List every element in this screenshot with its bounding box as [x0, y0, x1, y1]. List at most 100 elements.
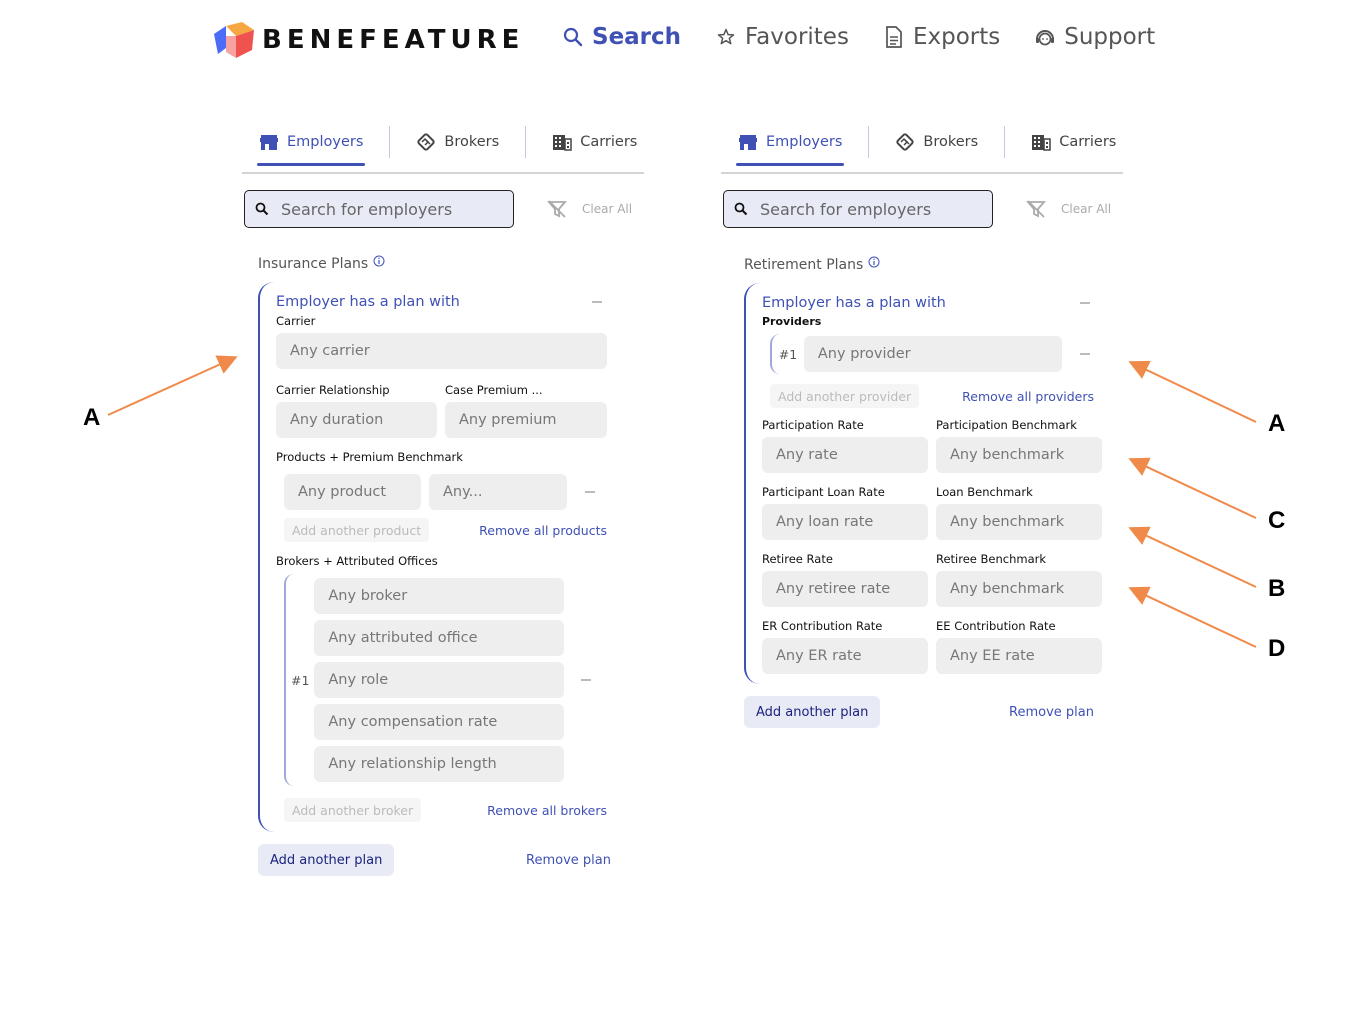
tab-brokers[interactable]: Brokers — [414, 119, 501, 165]
retiree-rate-group: Retiree Rate Any retiree rate — [762, 550, 928, 607]
tab-employers-label: Employers — [766, 134, 843, 150]
ee-contribution-select[interactable]: Any EE rate — [936, 638, 1102, 674]
retiree-row: Retiree Rate Any retiree rate Retiree Be… — [762, 550, 1114, 607]
building-icon — [1032, 135, 1051, 151]
relationship-length-select[interactable]: Any relationship length — [314, 746, 565, 782]
carrier-relationship-group: Carrier Relationship Any duration — [276, 381, 437, 438]
remove-provider-button[interactable] — [1070, 344, 1100, 364]
brand-name: BENEFEATURE — [262, 25, 525, 55]
retiree-benchmark-group: Retiree Benchmark Any benchmark — [936, 550, 1102, 607]
remove-all-brokers-link[interactable]: Remove all brokers — [487, 803, 607, 818]
clear-all-button[interactable]: Clear All — [1025, 198, 1111, 220]
handshake-icon — [417, 133, 436, 151]
remove-broker-button[interactable] — [572, 670, 599, 690]
loan-rate-label: Participant Loan Rate — [762, 485, 885, 499]
annotation-arrow-right-d — [1128, 586, 1257, 648]
product-select[interactable]: Any product — [284, 474, 421, 510]
cube-logo-icon — [214, 22, 254, 58]
participation-benchmark-select[interactable]: Any benchmark — [936, 437, 1102, 473]
remove-all-products-link[interactable]: Remove all products — [479, 523, 607, 538]
employer-search-input[interactable] — [281, 199, 501, 219]
collapse-plan-button[interactable] — [582, 292, 612, 312]
carrier-select[interactable]: Any carrier — [276, 333, 607, 369]
nav-exports[interactable]: Exports — [883, 24, 1000, 50]
attributed-office-select[interactable]: Any attributed office — [314, 620, 565, 656]
nav-favorites-label: Favorites — [745, 24, 849, 50]
minus-icon — [585, 491, 595, 493]
storefront-icon — [739, 135, 757, 150]
plan-title: Employer has a plan with — [762, 295, 946, 311]
plan-actions: Add another plan Remove plan — [744, 696, 1094, 728]
filter-off-icon — [1026, 200, 1046, 218]
nav-exports-label: Exports — [912, 24, 1001, 50]
er-contribution-label: ER Contribution Rate — [762, 619, 883, 633]
er-contribution-select[interactable]: Any ER rate — [762, 638, 928, 674]
case-premium-group: Case Premium ... Any premium — [445, 381, 607, 438]
clear-all-button[interactable]: Clear All — [546, 198, 632, 220]
tab-employers[interactable]: Employers — [736, 119, 845, 166]
plan-header: Employer has a plan with — [276, 292, 612, 312]
broker-index: #1 — [290, 672, 310, 688]
tab-brokers-label: Brokers — [444, 134, 500, 150]
brokers-label: Brokers + Attributed Offices — [276, 554, 438, 568]
compensation-rate-select[interactable]: Any compensation rate — [314, 704, 565, 740]
remove-plan-link[interactable]: Remove plan — [526, 853, 611, 868]
add-product-button[interactable]: Add another product — [284, 518, 430, 542]
loan-benchmark-select[interactable]: Any benchmark — [936, 504, 1102, 540]
add-broker-button[interactable]: Add another broker — [284, 798, 422, 822]
storefront-icon — [260, 135, 278, 150]
annotation-label-left-a: A — [83, 404, 101, 431]
case-premium-select[interactable]: Any premium — [445, 402, 607, 438]
search-icon — [562, 26, 584, 48]
tab-carriers[interactable]: Carriers — [550, 119, 639, 165]
broker-select[interactable]: Any broker — [314, 578, 565, 614]
remove-all-providers-link[interactable]: Remove all providers — [962, 389, 1094, 404]
plan-header: Employer has a plan with — [762, 293, 1100, 313]
collapse-plan-button[interactable] — [1070, 293, 1100, 313]
nav-search[interactable]: Search — [562, 24, 681, 50]
section-title-text: Retirement Plans — [744, 257, 864, 273]
add-plan-button[interactable]: Add another plan — [258, 844, 395, 876]
retiree-rate-select[interactable]: Any retiree rate — [762, 571, 928, 607]
participation-benchmark-group: Participation Benchmark Any benchmark — [936, 416, 1102, 473]
handshake-icon — [896, 133, 915, 151]
nav-support[interactable]: Support — [1034, 24, 1155, 50]
retiree-benchmark-select[interactable]: Any benchmark — [936, 571, 1102, 607]
employer-search-box[interactable] — [723, 190, 993, 228]
tab-carriers-label: Carriers — [1059, 134, 1117, 150]
tab-carriers[interactable]: Carriers — [1029, 119, 1118, 165]
tab-employers[interactable]: Employers — [257, 119, 366, 166]
role-select[interactable]: Any role — [314, 662, 565, 698]
search-icon — [255, 202, 269, 216]
retirement-search-panel: Employers Brokers Carriers Clear All Ret… — [721, 112, 1123, 728]
annotation-arrow-right-c — [1128, 457, 1257, 519]
employer-search-input[interactable] — [760, 199, 980, 219]
nav-favorites[interactable]: Favorites — [715, 24, 849, 50]
annotation-label-right-c: C — [1268, 507, 1286, 534]
provider-select[interactable]: Any provider — [803, 336, 1063, 372]
tab-brokers[interactable]: Brokers — [893, 119, 980, 165]
participation-rate-select[interactable]: Any rate — [762, 437, 928, 473]
brand-logo[interactable]: BENEFEATURE — [212, 20, 524, 60]
carrier-relationship-select[interactable]: Any duration — [276, 402, 437, 438]
insurance-search-panel: Employers Brokers Carriers Clear All Ins… — [242, 112, 644, 876]
add-plan-button[interactable]: Add another plan — [744, 696, 881, 728]
loan-benchmark-label: Loan Benchmark — [936, 485, 1033, 499]
loan-rate-select[interactable]: Any loan rate — [762, 504, 928, 540]
info-icon[interactable] — [868, 256, 880, 268]
premium-benchmark-select[interactable]: Any... — [429, 474, 567, 510]
add-provider-button[interactable]: Add another provider — [770, 384, 920, 408]
remove-product-button[interactable] — [575, 482, 605, 502]
annotation-arrow-right-b — [1128, 526, 1257, 588]
retiree-rate-label: Retiree Rate — [762, 552, 833, 566]
plan-actions: Add another plan Remove plan — [258, 844, 611, 876]
carrier-label: Carrier — [276, 314, 316, 328]
section-title: Insurance Plans — [258, 255, 644, 272]
ee-contribution-label: EE Contribution Rate — [936, 619, 1056, 633]
tab-divider — [1004, 126, 1006, 158]
employer-search-box[interactable] — [244, 190, 514, 228]
provider-index: #1 — [778, 346, 798, 362]
remove-plan-link[interactable]: Remove plan — [1009, 705, 1094, 720]
section-title-text: Insurance Plans — [258, 256, 369, 272]
info-icon[interactable] — [373, 255, 385, 267]
